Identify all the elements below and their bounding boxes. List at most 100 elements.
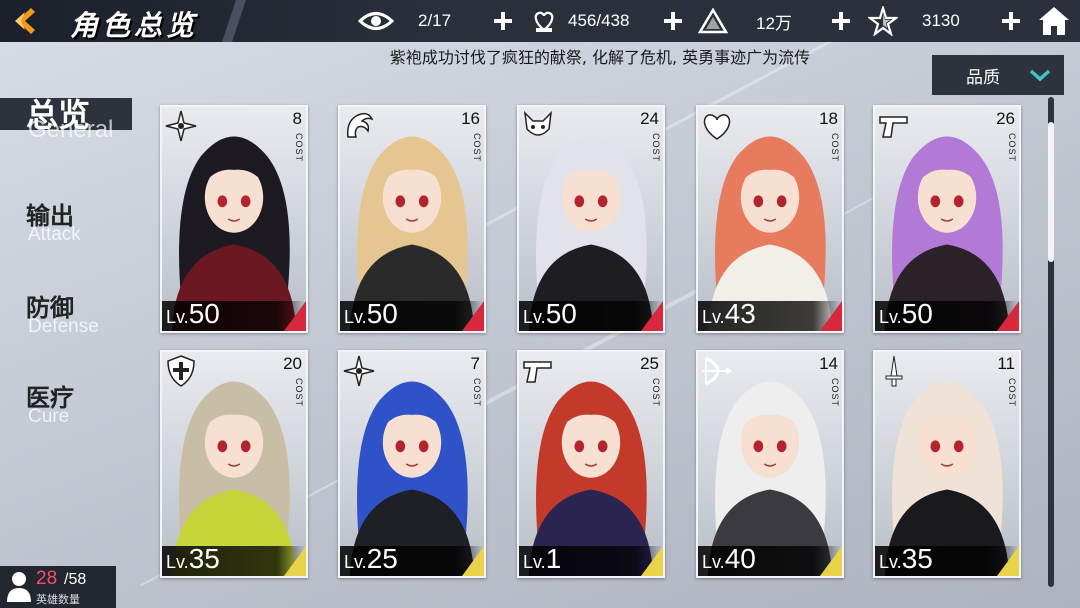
level-value: 25 [366,543,398,574]
character-card[interactable]: 18 COST Lv.43 [696,105,844,333]
level-prefix: Lv. [523,552,546,572]
rarity-corner-marker [462,301,484,331]
shuriken-icon [165,110,197,142]
card-level: Lv.50 [166,298,220,330]
sidebar-tab-attack[interactable]: 输出 Attack [0,196,140,256]
sidebar-tab-cure[interactable]: 医疗 Cure [0,378,140,438]
card-cost-value: 14 [819,354,838,373]
level-value: 35 [188,543,220,574]
level-value: 50 [188,298,220,329]
plus-icon [494,12,512,30]
card-cost-value: 26 [996,109,1015,128]
card-level: Lv.35 [879,543,933,575]
character-card[interactable]: 16 COST Lv.50 [338,105,486,333]
plus-icon [664,12,682,30]
card-cost-value: 16 [461,109,480,128]
pistol-icon [879,116,908,138]
news-banner: 紫袍成功讨伐了疯狂的献祭, 化解了危机, 英勇事迹广为流传 [0,42,1080,68]
card-cost-label: COST [651,378,661,408]
card-cost-value: 20 [283,354,302,373]
back-arrow-icon [15,8,35,34]
hero-count-max: /58 [64,571,87,588]
character-card[interactable]: 11 COST Lv.35 [873,350,1021,578]
rarity-corner-marker [284,546,306,576]
pistol-icon [523,361,552,383]
resource-gold: 12万 [698,0,792,42]
card-cost-label: COST [1007,378,1017,408]
card-level: Lv.50 [344,298,398,330]
top-bar: 角色总览 2/17 456/438 12万 3130 [0,0,1080,42]
card-level: Lv.25 [344,543,398,575]
card-level: Lv.50 [523,298,577,330]
card-cost-label: COST [472,133,482,163]
add-views-button[interactable] [492,10,514,32]
person-icon [7,572,31,602]
add-stamina-button[interactable] [662,10,684,32]
level-prefix: Lv. [344,307,367,327]
rarity-corner-marker [820,546,842,576]
character-card[interactable]: 7 COST Lv.25 [338,350,486,578]
tab-label-en: Cure [28,406,70,427]
hero-count-panel: 28 /58 英雄数量 [0,566,116,608]
tab-label-en: Defense [28,316,99,337]
sword-icon [885,355,903,387]
card-cost-label: COST [830,378,840,408]
home-button[interactable] [1038,5,1070,37]
plus-icon [832,12,850,30]
level-prefix: Lv. [166,307,189,327]
rarity-corner-marker [997,546,1019,576]
chevron-down-icon [1029,69,1051,82]
card-level: Lv.43 [702,298,756,330]
card-cost-label: COST [472,378,482,408]
card-cost-value: 18 [819,109,838,128]
rarity-corner-marker [284,301,306,331]
resource-views: 2/17 [358,0,451,42]
level-prefix: Lv. [879,307,902,327]
shuriken-icon [343,355,375,387]
heart-icon [703,114,731,140]
level-value: 1 [545,543,562,574]
title-slash-decoration [222,0,246,42]
scrollbar-thumb[interactable] [1048,122,1054,262]
character-card[interactable]: 8 COST Lv.50 [160,105,308,333]
sidebar-tab-general[interactable]: 总览 General [0,92,140,152]
character-card[interactable]: 14 COST Lv.40 [696,350,844,578]
card-cost-value: 25 [640,354,659,373]
character-card[interactable]: 24 COST Lv.50 [517,105,665,333]
stamina-value: 456/438 [568,11,630,30]
add-gold-button[interactable] [830,10,852,32]
tab-label-en: Attack [28,224,81,245]
sidebar-tab-defense[interactable]: 防御 Defense [0,288,140,348]
card-cost-value: 7 [470,354,480,373]
card-cost-value: 11 [997,354,1015,373]
dragon-icon [346,112,374,138]
character-card[interactable]: 20 COST Lv.35 [160,350,308,578]
tab-label-en: General [28,116,114,143]
hero-count-current: 28 [36,568,58,589]
cross-shield-icon [167,355,195,387]
level-prefix: Lv. [523,307,546,327]
card-cost-label: COST [294,378,304,408]
add-crystals-button[interactable] [1000,10,1022,32]
level-value: 43 [724,298,756,329]
back-button[interactable] [0,0,48,42]
crystals-value: 3130 [922,11,960,30]
card-cost-label: COST [1007,133,1017,163]
bow-icon [702,356,732,386]
character-card[interactable]: 25 COST Lv.1 [517,350,665,578]
card-level: Lv.35 [166,543,220,575]
rarity-corner-marker [462,546,484,576]
page-title: 角色总览 [70,9,199,42]
rarity-corner-marker [820,301,842,331]
level-prefix: Lv. [879,552,902,572]
card-cost-value: 8 [292,109,302,128]
character-card[interactable]: 26 COST Lv.50 [873,105,1021,333]
home-icon [1039,7,1069,35]
rarity-corner-marker [641,301,663,331]
card-cost-label: COST [830,133,840,163]
quality-filter-dropdown[interactable]: 品质 [932,55,1064,95]
eye-icon [358,12,394,30]
card-cost-label: COST [651,133,661,163]
warning-triangle-icon [698,8,728,34]
level-prefix: Lv. [166,552,189,572]
